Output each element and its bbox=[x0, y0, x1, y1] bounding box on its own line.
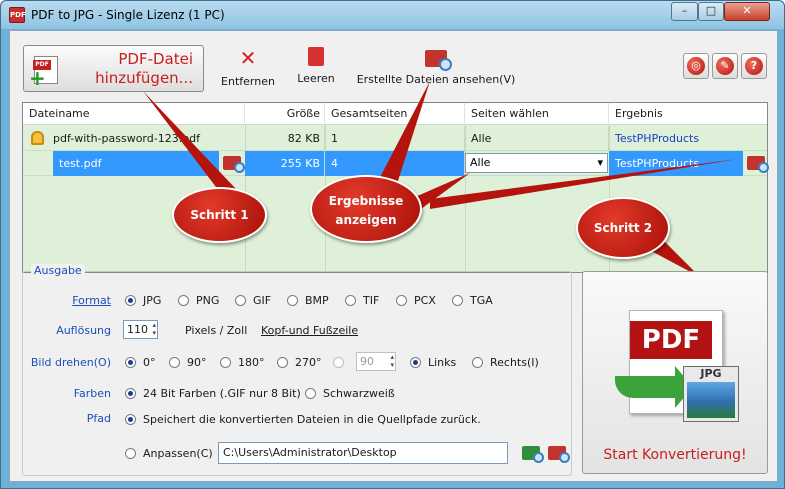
rotate-0-label: 0° bbox=[143, 356, 156, 369]
format-label-text: Format bbox=[72, 294, 111, 307]
resolution-stepper[interactable]: 110 bbox=[123, 320, 158, 339]
title-bar[interactable]: PDF PDF to JPG - Single Lizenz (1 PC) – … bbox=[1, 1, 784, 29]
output-legend: Ausgabe bbox=[31, 264, 85, 277]
start-convert-button[interactable]: PDF JPG Start Konvertierung! bbox=[582, 271, 768, 474]
browse-folder-icon[interactable] bbox=[522, 446, 544, 463]
header-footer-link[interactable]: Kopf-und Fußzeile bbox=[261, 324, 358, 337]
app-icon: PDF bbox=[9, 7, 26, 23]
format-tga-label: TGA bbox=[470, 294, 493, 307]
jpg-card-icon: JPG bbox=[683, 366, 739, 422]
start-convert-label: Start Konvertierung! bbox=[603, 447, 747, 463]
path-custom-label: Anpassen(C) bbox=[143, 447, 213, 460]
app-window: PDF PDF to JPG - Single Lizenz (1 PC) – … bbox=[0, 0, 785, 489]
format-png-label: PNG bbox=[196, 294, 220, 307]
jpg-label: JPG bbox=[700, 367, 722, 380]
callout-step-1: Schritt 1 bbox=[172, 187, 267, 243]
colors-label: Farben bbox=[73, 387, 111, 400]
format-jpg-label: JPG bbox=[143, 294, 162, 307]
arrow-icon bbox=[615, 366, 693, 408]
minimize-button[interactable]: – bbox=[671, 2, 698, 21]
path-input[interactable]: C:\Users\Administrator\Desktop bbox=[218, 442, 508, 464]
format-label: Format bbox=[23, 294, 111, 307]
rotate-radio-180[interactable] bbox=[220, 357, 231, 368]
color-radio-24bit[interactable] bbox=[125, 388, 136, 399]
window-title: PDF to JPG - Single Lizenz (1 PC) bbox=[31, 8, 225, 22]
format-gif-label: GIF bbox=[253, 294, 272, 307]
rotate-radio-90[interactable] bbox=[169, 357, 180, 368]
rotate-radio-0[interactable] bbox=[125, 357, 136, 368]
resolution-label: Auflösung bbox=[56, 324, 111, 337]
open-folder-icon[interactable] bbox=[548, 446, 570, 463]
direction-left-label: Links bbox=[428, 356, 457, 369]
callout-results: Ergebnisse anzeigen bbox=[310, 175, 422, 243]
path-source-label: Speichert die konvertierten Dateien in d… bbox=[143, 413, 481, 426]
color-24bit-label: 24 Bit Farben (.GIF nur 8 Bit) bbox=[143, 387, 301, 400]
direction-radio-left[interactable] bbox=[410, 357, 421, 368]
format-radio-png[interactable] bbox=[178, 295, 189, 306]
pdf-label: PDF bbox=[630, 321, 712, 359]
format-tif-label: TIF bbox=[363, 294, 380, 307]
callout-results-line2: anzeigen bbox=[335, 213, 397, 227]
callout-results-line1: Ergebnisse bbox=[328, 194, 404, 208]
main-panel: PDF + PDF-Datei hinzufügen... ✕ Entfernen… bbox=[9, 30, 778, 482]
direction-radio-right[interactable] bbox=[472, 357, 483, 368]
color-radio-bw[interactable] bbox=[305, 388, 316, 399]
rotate-radio-270[interactable] bbox=[277, 357, 288, 368]
format-bmp-label: BMP bbox=[305, 294, 329, 307]
format-radio-jpg[interactable] bbox=[125, 295, 136, 306]
direction-right-label: Rechts(I) bbox=[490, 356, 539, 369]
path-label: Pfad bbox=[86, 412, 111, 425]
rotate-radio-custom[interactable] bbox=[333, 357, 344, 368]
rotate-90-label: 90° bbox=[187, 356, 207, 369]
callout-step-2: Schritt 2 bbox=[576, 197, 670, 259]
close-button[interactable]: ✕ bbox=[724, 2, 770, 21]
format-radio-tga[interactable] bbox=[452, 295, 463, 306]
maximize-button[interactable]: □ bbox=[698, 2, 724, 21]
rotate-label: Bild drehen(O) bbox=[30, 356, 111, 369]
rotate-180-label: 180° bbox=[238, 356, 265, 369]
color-bw-label: Schwarzweiß bbox=[323, 387, 395, 400]
format-radio-pcx[interactable] bbox=[396, 295, 407, 306]
pdf-to-jpg-icon: PDF JPG bbox=[613, 306, 739, 424]
format-radio-tif[interactable] bbox=[345, 295, 356, 306]
resolution-unit: Pixels / Zoll bbox=[185, 324, 248, 337]
format-radio-gif[interactable] bbox=[235, 295, 246, 306]
custom-angle-stepper[interactable]: 90 bbox=[356, 352, 396, 371]
rotate-270-label: 270° bbox=[295, 356, 322, 369]
path-radio-source[interactable] bbox=[125, 414, 136, 425]
landscape-icon bbox=[687, 382, 735, 418]
path-radio-custom[interactable] bbox=[125, 448, 136, 459]
format-radio-bmp[interactable] bbox=[287, 295, 298, 306]
format-pcx-label: PCX bbox=[414, 294, 436, 307]
